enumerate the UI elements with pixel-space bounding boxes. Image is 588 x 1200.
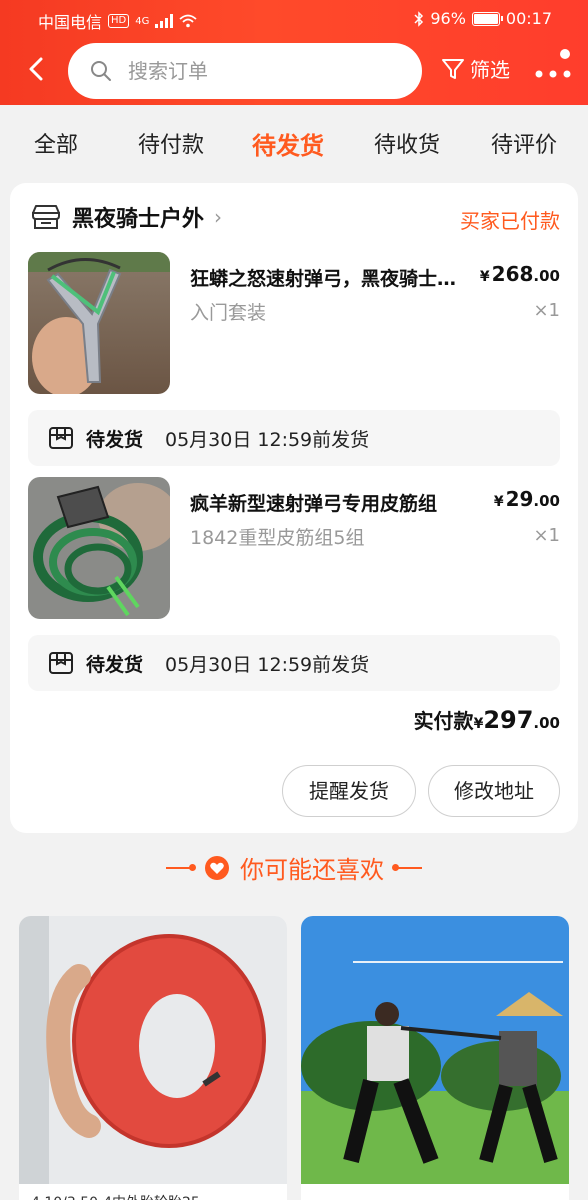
shop-header[interactable]: 黑夜骑士户外 ›	[30, 201, 222, 233]
item-name: 狂蟒之怒速射弹弓，黑夜骑士户外	[190, 268, 458, 290]
carrier-label: 中国电信	[38, 13, 103, 32]
back-arrow-icon[interactable]	[26, 56, 48, 82]
shipping-info: 待发货 05月30日 12:59前发货	[28, 635, 560, 691]
item-quantity: ×1	[533, 300, 560, 321]
clock: 00:17	[505, 9, 552, 28]
ship-deadline: 05月30日 12:59前发货	[165, 429, 370, 451]
search-box[interactable]	[68, 43, 422, 99]
header-bar: 中国电信 HD 4G 96% 00:17 筛选	[0, 0, 588, 105]
heart-icon	[205, 855, 229, 880]
chevron-right-icon: ›	[214, 205, 223, 229]
divider-left	[166, 863, 196, 871]
total-label: 实付款	[413, 709, 474, 733]
product-image-outdoor-training	[301, 916, 569, 1184]
price-decimal: .00	[533, 492, 560, 510]
item-quantity: ×1	[533, 525, 560, 546]
bluetooth-icon	[414, 10, 424, 27]
total-decimal: .00	[533, 714, 560, 732]
search-icon	[91, 61, 111, 81]
status-bar: 中国电信 HD 4G 96% 00:17	[0, 0, 588, 36]
recommend-title: 你可能还喜欢	[240, 856, 384, 884]
change-address-button[interactable]: 修改地址	[428, 765, 560, 817]
filter-button[interactable]: 筛选	[440, 54, 510, 83]
shop-icon	[32, 205, 60, 229]
price-symbol: ¥	[479, 269, 490, 285]
item-spec: 入门套装	[190, 302, 267, 324]
battery-percent: 96%	[430, 9, 466, 28]
box-icon	[49, 427, 73, 449]
ship-status: 待发货	[86, 654, 144, 676]
price-symbol: ¥	[493, 494, 504, 510]
item-price: ¥29.00	[494, 487, 560, 511]
price-integer: 268	[491, 262, 534, 286]
shipping-info: 待发货 05月30日 12:59前发货	[28, 410, 560, 466]
tab-to-review[interactable]: 待评价	[491, 127, 557, 159]
item-name: 疯羊新型速射弹弓专用皮筋组	[190, 493, 438, 515]
box-icon	[49, 652, 73, 674]
ship-deadline: 05月30日 12:59前发货	[165, 654, 370, 676]
more-dots-icon[interactable]	[535, 46, 571, 86]
recommended-product-card[interactable]	[301, 916, 569, 1200]
order-card: 黑夜骑士户外 › 买家已付款 狂蟒之怒速射弹弓，黑夜骑士户外 入门套装 ¥268…	[10, 183, 578, 833]
divider-right	[392, 863, 422, 871]
tab-unpaid[interactable]: 待付款	[138, 127, 204, 159]
product-image-rubber-bands[interactable]	[28, 477, 170, 619]
price-decimal: .00	[533, 267, 560, 285]
total-integer: 297	[483, 706, 534, 734]
hd-badge: HD	[108, 14, 130, 28]
product-image-slingshot[interactable]	[28, 252, 170, 394]
ship-status: 待发货	[86, 429, 144, 451]
order-total: 实付款¥297.00	[414, 705, 560, 734]
network-type: 4G	[135, 15, 150, 27]
order-tabs: 全部 待付款 待发货 待收货 待评价	[0, 105, 588, 181]
total-symbol: ¥	[473, 716, 484, 732]
signal-icon	[155, 14, 174, 28]
search-input[interactable]	[128, 53, 408, 89]
product-title: 4.10/3.50-4内外胎轮胎25	[31, 1192, 200, 1200]
remind-ship-button[interactable]: 提醒发货	[282, 765, 416, 817]
filter-label: 筛选	[470, 58, 510, 82]
order-status: 买家已付款	[460, 209, 560, 233]
tab-to-receive[interactable]: 待收货	[374, 127, 440, 159]
recommend-header: 你可能还喜欢	[0, 850, 588, 894]
tab-to-ship[interactable]: 待发货	[252, 126, 324, 161]
wifi-icon	[179, 14, 197, 28]
tab-all[interactable]: 全部	[34, 127, 78, 159]
battery-icon	[471, 11, 503, 26]
funnel-icon	[442, 58, 464, 79]
product-image-inner-tube	[19, 916, 287, 1184]
item-spec: 1842重型皮筋组5组	[190, 527, 365, 549]
item-price: ¥268.00	[480, 262, 560, 286]
recommended-product-card[interactable]: 4.10/3.50-4内外胎轮胎25	[19, 916, 287, 1200]
price-integer: 29	[505, 487, 534, 511]
order-item[interactable]: 疯羊新型速射弹弓专用皮筋组 1842重型皮筋组5组 ¥29.00 ×1	[28, 477, 560, 619]
order-item[interactable]: 狂蟒之怒速射弹弓，黑夜骑士户外 入门套装 ¥268.00 ×1	[28, 252, 560, 394]
shop-name: 黑夜骑士户外	[72, 207, 205, 232]
